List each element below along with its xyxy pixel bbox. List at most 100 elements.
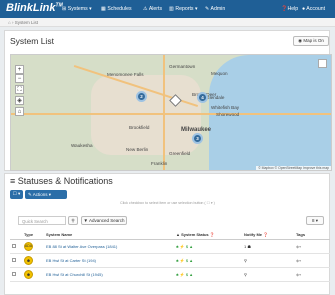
type-cell: ADA (22, 239, 44, 254)
per-page-select[interactable]: 8 ▾ (306, 216, 324, 225)
map-cluster-marker[interactable]: 4 (197, 92, 208, 103)
table-row[interactable]: ADA EB 88 St at Walter Ave Overpass (184… (10, 239, 330, 254)
layers-icon[interactable] (318, 59, 327, 68)
system-name-cell: EB Hwl St at Churchill St (1945) (44, 267, 174, 282)
app: BlinkLinkTM ⊞ Systems ▾ ▦ Schedules ⚠ Al… (0, 0, 335, 295)
tag-icon: ◆▾ (296, 272, 302, 277)
per-page-value: 8 (311, 218, 315, 223)
nav-schedules[interactable]: ▦ Schedules (101, 6, 132, 12)
notify-icon: ⚲ (244, 258, 247, 263)
map-label: Shorewood (216, 112, 240, 117)
map-label: Brookfield (129, 125, 150, 130)
tags-cell[interactable]: ◆▾ (294, 267, 330, 282)
home-map-icon[interactable]: ⌂ (15, 107, 24, 116)
row-checkbox-cell[interactable] (10, 239, 22, 254)
row-checkbox-cell[interactable] (10, 267, 22, 282)
selection-hint: Click checkbox to select item or use sel… (120, 201, 215, 205)
advanced-search-label: Advanced Search (88, 218, 125, 223)
breadcrumb-current: System List (14, 20, 38, 25)
tag-icon: ◆▾ (296, 258, 302, 263)
row-checkbox-cell[interactable] (10, 253, 22, 268)
nav-help[interactable]: ❓Help (281, 6, 298, 12)
nav-account[interactable]: ● Account (302, 6, 325, 12)
nav-systems-label: Systems (67, 6, 88, 12)
map-toggle-button[interactable]: ◉ Map is On (293, 36, 329, 46)
pedestrian-icon: ☻ (24, 270, 33, 279)
people-icon: ☗ (247, 244, 251, 249)
column-system-status-label: System Status (181, 232, 209, 237)
map-attribution[interactable]: © Mapbox © OpenStreetMap Improve this ma… (256, 166, 331, 170)
info-icon[interactable]: ❓ (210, 232, 215, 237)
notify-cell[interactable]: 1 ☗ (242, 239, 294, 254)
map-label: Waukesha (71, 143, 93, 148)
actions-dropdown[interactable]: ✎ Actions ▾ (25, 190, 67, 199)
column-notify-label: Notify Me (244, 232, 262, 237)
row-checkbox[interactable] (12, 258, 16, 262)
info-icon[interactable]: ❓ (263, 232, 268, 237)
nav-help-label: Help (287, 6, 299, 12)
select-all-dropdown[interactable]: ☐ ▾ (10, 190, 23, 199)
nav-admin-label: Admin (210, 6, 226, 12)
type-cell: ☻ (22, 253, 44, 268)
nav-admin[interactable]: ✎ Admin (205, 6, 225, 12)
home-icon[interactable]: ⌂ (8, 20, 11, 25)
nav-reports-label: Reports (175, 6, 194, 12)
nav-schedules-label: Schedules (107, 6, 132, 12)
map-label: Franklin (151, 161, 168, 166)
column-system-name[interactable]: System Name (44, 230, 174, 240)
nav-systems[interactable]: ⊞ Systems ▾ (62, 6, 92, 12)
notify-count: 1 (244, 244, 247, 249)
map-label: Germantown (169, 64, 196, 69)
brand-logo[interactable]: BlinkLinkTM (6, 2, 63, 14)
fullscreen-icon[interactable]: ⛶ (15, 85, 24, 94)
brand-name: BlinkLink (6, 2, 56, 14)
table-row[interactable]: ☻ EB Hwl St at Carter St (194) ♣ ⚡ $ ▲ ⚲… (10, 253, 330, 268)
quick-search-input[interactable]: Quick Search (18, 216, 66, 225)
breadcrumb: ⌂ › System List (0, 18, 335, 27)
table-header-row: Type System Name ▲ System Status ❓ Notif… (10, 230, 330, 240)
map-label: Greenfield (169, 151, 191, 156)
tags-cell[interactable]: ◆▾ (294, 239, 330, 254)
status-icons: ♣ ⚡ $ ▲ (176, 258, 194, 263)
nav-alerts[interactable]: ⚠ Alerts (143, 6, 162, 12)
system-name-link[interactable]: EB 88 St at Walter Ave Overpass (1841) (46, 244, 117, 249)
row-checkbox[interactable] (12, 272, 16, 276)
type-cell: ☻ (22, 267, 44, 282)
column-notify-me[interactable]: Notify Me ❓ (242, 230, 294, 240)
advanced-search-button[interactable]: ▼ Advanced Search (81, 216, 127, 225)
nav-reports[interactable]: ▥ Reports ▾ (169, 6, 198, 12)
map-cluster-marker[interactable]: 2 (136, 91, 147, 102)
system-map[interactable]: Germantown Menomonee Falls Mequon Brown … (10, 54, 332, 171)
ada-icon: ADA (24, 242, 33, 251)
zoom-out-button[interactable]: − (15, 74, 24, 83)
system-name-link[interactable]: EB Hwl St at Churchill St (1945) (46, 272, 103, 277)
list-icon: ≡ (10, 176, 18, 186)
map-label: Whitefish Bay (211, 105, 240, 110)
column-tags[interactable]: Tags (294, 230, 330, 240)
notify-cell[interactable]: ⚲ (242, 253, 294, 268)
notify-icon: ⚲ (244, 272, 247, 277)
section-title: ≡ Statuses & Notifications (10, 176, 113, 186)
column-select (10, 230, 22, 240)
interstate-road (163, 55, 165, 170)
search-icon: ⚲ (71, 218, 75, 223)
locate-icon[interactable]: ◈ (15, 96, 24, 105)
nav-account-label: Account (306, 6, 326, 12)
system-name-link[interactable]: EB Hwl St at Carter St (194) (46, 258, 96, 263)
search-button[interactable]: ⚲ (68, 216, 78, 225)
map-cluster-marker[interactable]: 3 (192, 133, 203, 144)
urban-area (91, 75, 201, 155)
column-type[interactable]: Type (22, 230, 44, 240)
row-checkbox[interactable] (12, 244, 16, 248)
zoom-in-button[interactable]: + (15, 65, 24, 74)
column-system-status[interactable]: ▲ System Status ❓ (174, 230, 242, 240)
map-label: New Berlin (126, 147, 149, 152)
tags-cell[interactable]: ◆▾ (294, 253, 330, 268)
tag-icon: ◆▾ (296, 244, 302, 249)
highway-road (11, 113, 331, 115)
notify-cell[interactable]: ⚲ (242, 267, 294, 282)
status-cell: ♣ ⚡ $ ▲ (174, 253, 242, 268)
systems-table: Type System Name ▲ System Status ❓ Notif… (10, 230, 330, 282)
table-row[interactable]: ☻ EB Hwl St at Churchill St (1945) ♣ ⚡ $… (10, 267, 330, 282)
nav-alerts-label: Alerts (148, 6, 163, 12)
